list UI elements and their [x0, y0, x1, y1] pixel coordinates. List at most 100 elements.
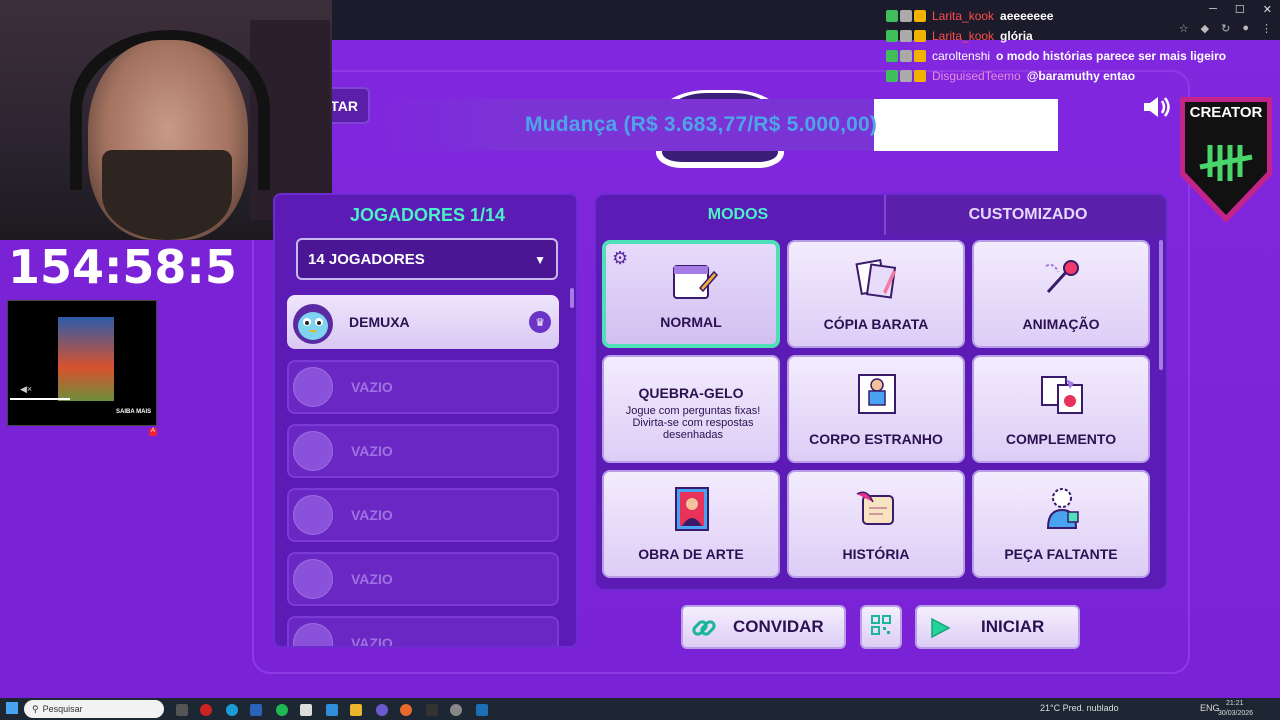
players-panel: JOGADORES 1/14 14 JOGADORES ▼ DEMUXA ♛ VAZ…: [273, 193, 578, 648]
tab-custom[interactable]: CUSTOMIZADO: [884, 195, 1166, 235]
mode-card[interactable]: COMPLEMENTO: [972, 355, 1150, 463]
mode-card[interactable]: OBRA DE ARTE: [602, 470, 780, 578]
start-button[interactable]: INICIAR: [915, 605, 1080, 649]
sound-icon[interactable]: [1141, 94, 1171, 125]
mode-card[interactable]: CORPO ESTRANHO: [787, 355, 965, 463]
mode-card[interactable]: PEÇA FALTANTE: [972, 470, 1150, 578]
mini-progress-bar[interactable]: [10, 398, 70, 400]
windows-start-icon[interactable]: [6, 702, 18, 714]
qr-code-button[interactable]: [860, 605, 902, 649]
chat-badge-icon: [900, 10, 912, 22]
chat-username[interactable]: DisguisedTeemo: [932, 69, 1021, 83]
chat-badge-icon: [886, 10, 898, 22]
mode-card[interactable]: ⚙ NORMAL: [602, 240, 780, 348]
firefox-icon[interactable]: [400, 704, 412, 716]
mode-label: NORMAL: [660, 314, 722, 330]
chat-badge-icon: [900, 30, 912, 42]
player-name: VAZIO: [351, 571, 393, 587]
file-icon[interactable]: [300, 704, 312, 716]
obs-icon[interactable]: [376, 704, 388, 716]
chat-message: Larita_kook aeeeeeee: [886, 6, 1226, 26]
player-name: VAZIO: [351, 507, 393, 523]
player-slot-empty[interactable]: VAZIO: [287, 488, 559, 542]
chat-text: glória: [1000, 29, 1033, 43]
chat-badges: [886, 10, 926, 22]
folder-icon[interactable]: [350, 704, 362, 716]
chat-message: DisguisedTeemo @baramuthy entao: [886, 66, 1226, 86]
app-icon[interactable]: [250, 704, 262, 716]
player-slot-empty[interactable]: VAZIO: [287, 616, 559, 648]
mode-label: CORPO ESTRANHO: [809, 431, 943, 447]
calendar-pencil-icon: [670, 258, 719, 304]
clock-time[interactable]: 21:21: [1226, 700, 1244, 707]
puzzle-person-icon: [1038, 486, 1086, 532]
mode-card[interactable]: ANIMAÇÃO: [972, 240, 1150, 348]
terminal-icon[interactable]: [426, 704, 438, 716]
gear-icon[interactable]: ⚙: [612, 248, 628, 269]
chat-text: o modo histórias parece ser mais ligeiro: [996, 49, 1227, 63]
player-slot-empty[interactable]: VAZIO: [287, 552, 559, 606]
maximize-icon[interactable]: ☐: [1235, 3, 1245, 16]
chat-username[interactable]: Larita_kook: [932, 9, 994, 23]
empty-avatar-icon: [293, 623, 333, 646]
chevron-down-icon: ▼: [534, 253, 546, 267]
mini-player-cta[interactable]: SAIBA MAIS: [116, 409, 151, 415]
mode-label: HISTÓRIA: [842, 546, 910, 562]
spotify-icon[interactable]: [276, 704, 288, 716]
store-icon[interactable]: [326, 704, 338, 716]
start-button-label: INICIAR: [981, 617, 1045, 636]
crown-icon: ♛: [529, 311, 551, 333]
chat-badges: [886, 50, 926, 62]
empty-avatar-icon: [293, 559, 333, 599]
profile-icon[interactable]: ●: [1242, 22, 1249, 35]
mode-card[interactable]: HISTÓRIA: [787, 470, 965, 578]
complement-icon: [1038, 371, 1086, 417]
scroll-quill-icon: [853, 486, 901, 532]
player-name: VAZIO: [351, 443, 393, 459]
taskbar-search-input[interactable]: ⚲ Pesquisar: [24, 700, 164, 718]
invite-button[interactable]: CONVIDAR: [681, 605, 846, 649]
mute-icon[interactable]: ◀×: [20, 384, 32, 395]
player-name: DEMUXA: [349, 314, 410, 330]
creator-badge-label: CREATOR: [1189, 104, 1263, 121]
player-slot-host[interactable]: DEMUXA ♛: [287, 295, 559, 349]
mini-video-player[interactable]: ◀× SAIBA MAIS: [7, 300, 157, 426]
chat-badges: [886, 30, 926, 42]
mona-lisa-icon: [668, 486, 716, 532]
language-indicator[interactable]: ENG: [1200, 703, 1220, 713]
opera-icon[interactable]: [200, 704, 212, 716]
search-icon: ⚲: [32, 703, 39, 714]
mode-label: PEÇA FALTANTE: [1004, 546, 1118, 562]
player-count-select[interactable]: 14 JOGADORES ▼: [296, 238, 558, 280]
players-scrollbar[interactable]: [570, 288, 574, 308]
player-slot-empty[interactable]: VAZIO: [287, 424, 559, 478]
stream-timer: 154:58:5: [8, 240, 237, 294]
steam-icon[interactable]: [476, 704, 488, 716]
close-icon[interactable]: ✕: [1263, 3, 1272, 16]
clock-date: 30/03/2026: [1218, 710, 1254, 717]
menu-icon[interactable]: ⋮: [1261, 22, 1272, 35]
chat-badge-icon: [900, 70, 912, 82]
mode-card[interactable]: QUEBRA-GELO Jogue com perguntas fixas! Di…: [602, 355, 780, 463]
player-count-value: 14 JOGADORES: [308, 250, 425, 268]
edge-icon[interactable]: [226, 704, 238, 716]
chat-text: aeeeeeee: [1000, 9, 1054, 23]
weather-widget[interactable]: 21°C Pred. nublado: [1040, 703, 1119, 713]
tab-modes[interactable]: MODOS: [596, 195, 880, 235]
strange-body-icon: [853, 371, 901, 417]
chat-username[interactable]: Larita_kook: [932, 29, 994, 43]
mode-label: OBRA DE ARTE: [638, 546, 744, 562]
task-view-icon[interactable]: [176, 704, 188, 716]
chat-badge-icon: [886, 30, 898, 42]
player-name: VAZIO: [351, 635, 393, 648]
chat-username[interactable]: caroltenshi: [932, 49, 990, 63]
chat-badge-icon: [914, 50, 926, 62]
modes-scrollbar[interactable]: [1159, 240, 1163, 370]
qr-code-icon: [871, 614, 891, 640]
play-icon: [929, 617, 951, 644]
chat-badge-icon: [914, 70, 926, 82]
chrome-icon[interactable]: [450, 704, 462, 716]
chat-message: Larita_kook glória: [886, 26, 1226, 46]
mode-card[interactable]: CÓPIA BARATA: [787, 240, 965, 348]
player-slot-empty[interactable]: VAZIO: [287, 360, 559, 414]
